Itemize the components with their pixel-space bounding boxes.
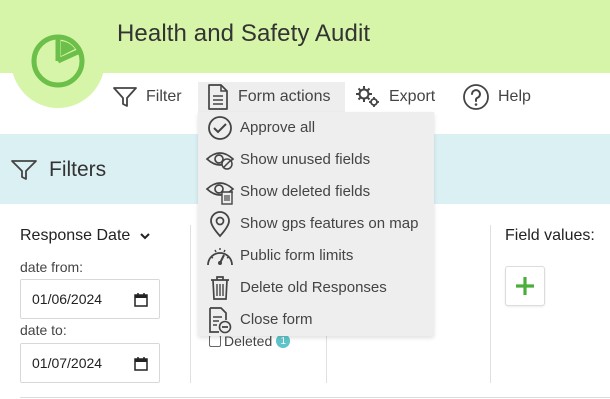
check-circle-icon xyxy=(208,116,232,140)
funnel-icon xyxy=(113,87,137,107)
eye-trash-icon xyxy=(205,182,235,205)
gears-icon xyxy=(356,86,379,107)
add-field-value-button[interactable] xyxy=(505,266,545,306)
calendar-icon[interactable] xyxy=(134,357,148,371)
export-label: Export xyxy=(389,88,436,105)
column-divider xyxy=(190,225,191,383)
date-from-input[interactable]: 01/06/2024 xyxy=(20,279,160,319)
filters-title: Filters xyxy=(49,158,107,181)
count-badge: 1 xyxy=(276,334,291,348)
export-button[interactable]: Export xyxy=(355,82,435,112)
column-divider xyxy=(490,225,491,383)
menu-item-label: Show deleted fields xyxy=(240,183,371,200)
date-to-value: 01/07/2024 xyxy=(32,355,103,371)
filter-label: Filter xyxy=(146,88,182,105)
help-button[interactable]: Help xyxy=(462,82,531,112)
menu-item-label: Show gps features on map xyxy=(240,215,419,232)
map-pin-icon xyxy=(210,211,230,238)
page-title: Health and Safety Audit xyxy=(117,20,371,47)
form-actions-label: Form actions xyxy=(238,88,331,105)
menu-item-label: Public form limits xyxy=(240,247,354,264)
date-from-label: date from: xyxy=(20,259,84,275)
pie-chart-logo-icon xyxy=(31,34,85,88)
menu-item-close-form[interactable]: Close form xyxy=(198,304,434,336)
menu-item-delete-old-responses[interactable]: Delete old Responses xyxy=(198,272,434,304)
menu-item-public-form-limits[interactable]: Public form limits xyxy=(198,240,434,272)
menu-item-show-gps-features[interactable]: Show gps features on map xyxy=(198,208,434,240)
eye-slash-icon xyxy=(205,152,235,170)
gauge-icon xyxy=(207,248,233,266)
help-label: Help xyxy=(498,88,531,105)
date-to-input[interactable]: 01/07/2024 xyxy=(20,343,160,383)
document-icon xyxy=(208,84,228,110)
date-field-select[interactable]: Response Date xyxy=(20,227,151,245)
form-actions-menu: Approve all Show unused fields Show dele… xyxy=(198,112,434,336)
menu-item-label: Delete old Responses xyxy=(240,279,387,296)
checkbox[interactable] xyxy=(209,335,221,347)
funnel-icon xyxy=(11,160,37,180)
menu-item-approve-all[interactable]: Approve all xyxy=(198,112,434,144)
menu-item-show-unused-fields[interactable]: Show unused fields xyxy=(198,144,434,176)
date-from-value: 01/06/2024 xyxy=(32,291,103,307)
date-field-select-value: Response Date xyxy=(20,227,131,244)
plus-icon xyxy=(516,277,534,295)
date-to-label: date to: xyxy=(20,322,67,338)
document-minus-icon xyxy=(209,307,232,334)
menu-item-show-deleted-fields[interactable]: Show deleted fields xyxy=(198,176,434,208)
menu-item-label: Approve all xyxy=(240,119,316,136)
app-logo xyxy=(11,12,105,108)
divider xyxy=(20,397,610,398)
menu-item-label: Close form xyxy=(240,311,313,328)
calendar-icon[interactable] xyxy=(134,293,148,307)
field-values-label: Field values: xyxy=(505,227,595,244)
menu-item-label: Show unused fields xyxy=(240,151,371,168)
form-actions-button[interactable]: Form actions xyxy=(198,82,345,112)
question-circle-icon xyxy=(463,84,489,110)
app-window: Health and Safety Audit Filter Form acti… xyxy=(0,0,610,399)
trash-icon xyxy=(211,276,229,300)
filter-button[interactable]: Filter xyxy=(112,82,182,112)
chevron-down-icon xyxy=(140,232,151,239)
